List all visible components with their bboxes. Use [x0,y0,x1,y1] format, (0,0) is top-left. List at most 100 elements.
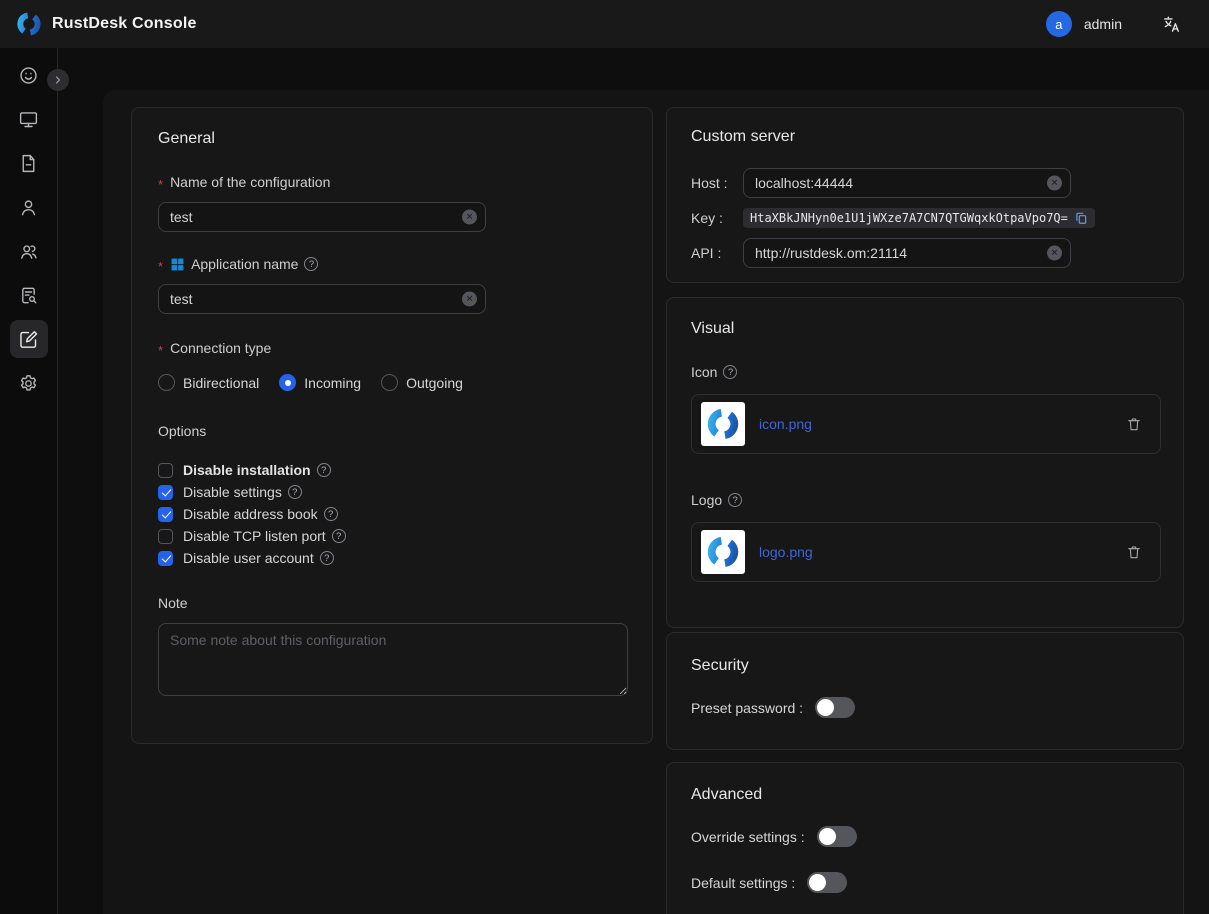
sidebar [0,48,58,914]
app-name-input[interactable] [158,284,486,314]
gear-icon [18,373,39,394]
user-icon [18,197,39,218]
rustdesk-logo-icon [16,11,42,37]
config-name-label: * Name of the configuration [158,174,626,190]
general-card: General * Name of the configuration ✕ * … [131,107,653,744]
api-field: ✕ [743,238,1071,268]
visual-title: Visual [691,320,1159,338]
help-icon[interactable]: ? [320,551,334,565]
preset-password-row: Preset password : [691,697,1159,718]
connection-type-label: * Connection type [158,340,626,356]
radio-outgoing[interactable]: Outgoing [381,374,463,391]
key-label: Key : [691,210,743,226]
sidebar-item-audit[interactable] [10,276,48,314]
config-name-input[interactable] [158,202,486,232]
config-name-field: ✕ [158,202,486,232]
checkbox-icon [158,551,173,566]
clear-icon[interactable]: ✕ [1047,246,1062,261]
logo-label: Logo ? [691,492,1159,508]
help-icon[interactable]: ? [288,485,302,499]
icon-upload-box: icon.png [691,394,1161,454]
users-icon [18,241,39,262]
override-settings-label: Override settings : [691,829,805,845]
preset-password-toggle[interactable] [815,697,855,718]
top-bar: RustDesk Console a admin [0,0,1209,48]
api-input[interactable] [743,238,1071,268]
trash-icon[interactable] [1126,416,1142,432]
smiley-icon [18,65,39,86]
host-input[interactable] [743,168,1071,198]
checkbox-icon [158,529,173,544]
advanced-title: Advanced [691,786,1159,804]
help-icon[interactable]: ? [332,529,346,543]
api-label: API : [691,245,743,261]
avatar[interactable]: a [1046,11,1072,37]
security-title: Security [691,657,1159,675]
override-settings-row: Override settings : [691,826,1159,847]
custom-server-card: Custom server Host : ✕ Key : HtaXBkJNHyn… [666,107,1184,283]
radio-icon [158,374,175,391]
file-icon [18,153,39,174]
icon-label: Icon ? [691,364,1159,380]
checkbox-disable-address-book[interactable]: Disable address book ? [158,503,626,525]
clear-icon[interactable]: ✕ [462,210,477,225]
advanced-card: Advanced Override settings : Default set… [666,762,1184,914]
sidebar-item-devices[interactable] [10,100,48,138]
clear-icon[interactable]: ✕ [462,292,477,307]
sidebar-item-groups[interactable] [10,232,48,270]
host-row: Host : ✕ [691,168,1159,198]
sidebar-item-documents[interactable] [10,144,48,182]
sidebar-expand-button[interactable] [47,69,69,91]
help-icon[interactable]: ? [728,493,742,507]
checkbox-disable-tcp-listen-port[interactable]: Disable TCP listen port ? [158,525,626,547]
options-list: Disable installation ? Disable settings … [158,459,626,569]
help-icon[interactable]: ? [317,463,331,477]
sidebar-item-smiley[interactable] [10,56,48,94]
main-area: General * Name of the configuration ✕ * … [58,48,1209,914]
checkbox-disable-settings[interactable]: Disable settings ? [158,481,626,503]
api-row: API : ✕ [691,238,1159,268]
help-icon[interactable]: ? [723,365,737,379]
host-field: ✕ [743,168,1071,198]
checkbox-icon [158,463,173,478]
sidebar-item-configurations[interactable] [10,320,48,358]
radio-icon [279,374,296,391]
clear-icon[interactable]: ✕ [1047,176,1062,191]
checkbox-disable-user-account[interactable]: Disable user account ? [158,547,626,569]
content-wrapper: General * Name of the configuration ✕ * … [103,90,1209,914]
radio-bidirectional[interactable]: Bidirectional [158,374,259,391]
general-title: General [158,130,626,148]
required-asterisk: * [158,259,163,274]
key-value: HtaXBkJNHyn0e1U1jWXze7A7CN7QTGWqxkOtpaVp… [750,211,1068,225]
radio-icon [381,374,398,391]
note-label: Note [158,595,626,611]
logo-file-link[interactable]: logo.png [759,544,813,560]
brand: RustDesk Console [16,11,197,37]
checkbox-disable-installation[interactable]: Disable installation ? [158,459,626,481]
default-settings-label: Default settings : [691,875,795,891]
sidebar-item-settings[interactable] [10,364,48,402]
chevron-right-icon [52,74,64,86]
help-icon[interactable]: ? [304,257,318,271]
app-title: RustDesk Console [52,15,197,33]
user-name[interactable]: admin [1084,16,1122,32]
key-value-box: HtaXBkJNHyn0e1U1jWXze7A7CN7QTGWqxkOtpaVp… [743,208,1095,228]
icon-file-link[interactable]: icon.png [759,416,812,432]
default-settings-row: Default settings : [691,872,1159,893]
help-icon[interactable]: ? [324,507,338,521]
override-settings-toggle[interactable] [817,826,857,847]
note-textarea[interactable] [158,623,628,696]
preset-password-label: Preset password : [691,700,803,716]
icon-thumbnail [701,402,745,446]
translate-icon[interactable] [1162,15,1181,34]
options-label: Options [158,423,626,439]
trash-icon[interactable] [1126,544,1142,560]
rustdesk-logo-icon [706,407,740,441]
radio-incoming[interactable]: Incoming [279,374,361,391]
sidebar-item-users[interactable] [10,188,48,226]
required-asterisk: * [158,177,163,192]
copy-icon[interactable] [1074,211,1088,225]
default-settings-toggle[interactable] [807,872,847,893]
checkbox-icon [158,485,173,500]
key-row: Key : HtaXBkJNHyn0e1U1jWXze7A7CN7QTGWqxk… [691,208,1159,228]
